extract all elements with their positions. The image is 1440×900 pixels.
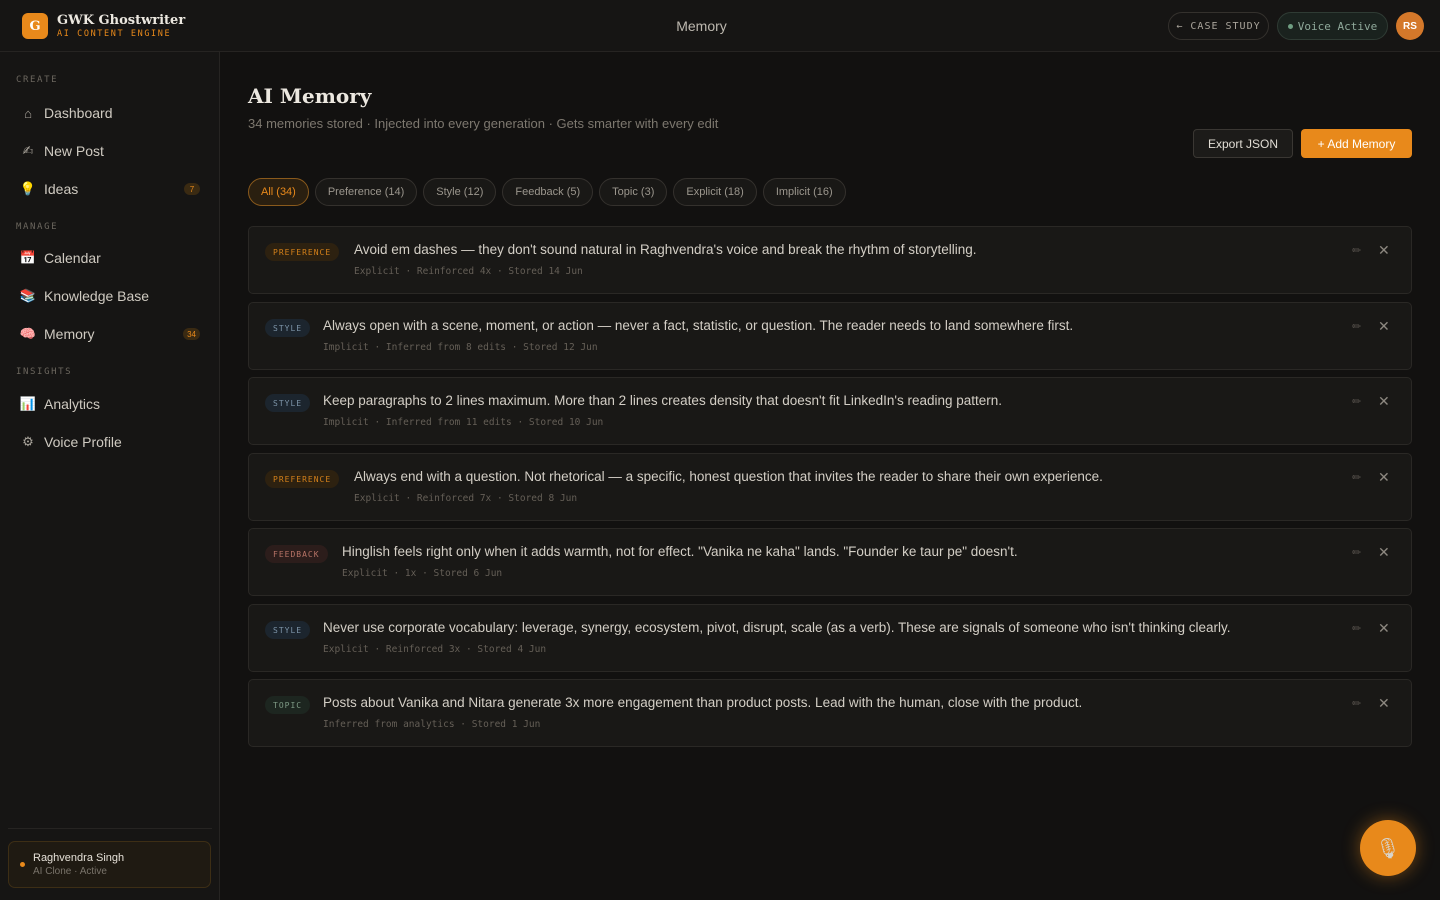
memory-text: Never use corporate vocabulary: leverage… bbox=[323, 620, 1231, 635]
memory-text: Hinglish feels right only when it adds w… bbox=[342, 544, 1018, 559]
memory-tag: TOPIC bbox=[265, 696, 311, 714]
sidebar: CREATE ⌂ Dashboard ✍ New Post 💡 Ideas 7 … bbox=[0, 52, 220, 900]
memory-tag: STYLE bbox=[265, 621, 311, 639]
section-label-create: CREATE bbox=[16, 75, 59, 85]
add-memory-button[interactable]: + Add Memory bbox=[1301, 129, 1412, 158]
brain-icon: 🧠 bbox=[19, 326, 37, 341]
close-icon[interactable]: ✕ bbox=[1378, 393, 1390, 410]
sidebar-item-label: Analytics bbox=[44, 396, 101, 412]
sidebar-item-memory[interactable]: 🧠 Memory 34 bbox=[8, 317, 212, 351]
sidebar-item-label: Calendar bbox=[44, 250, 101, 266]
memory-text: Always open with a scene, moment, or act… bbox=[323, 318, 1074, 333]
memory-meta: Explicit · Reinforced 7x · Stored 8 Jun bbox=[354, 493, 578, 504]
edit-pencil-icon[interactable]: ✏ bbox=[1352, 471, 1361, 484]
filter-chip-style[interactable]: Style (12) bbox=[423, 178, 497, 206]
user-name: Raghvendra Singh bbox=[33, 852, 125, 864]
sidebar-item-dashboard[interactable]: ⌂ Dashboard bbox=[8, 96, 212, 130]
writing-hand-icon: ✍ bbox=[22, 143, 34, 158]
user-status: AI Clone · Active bbox=[33, 866, 107, 877]
memory-meta: Explicit · Reinforced 4x · Stored 14 Jun bbox=[354, 266, 583, 277]
close-icon[interactable]: ✕ bbox=[1378, 695, 1390, 712]
sidebar-item-calendar[interactable]: 📅 Calendar bbox=[8, 241, 212, 275]
memory-tag: STYLE bbox=[265, 394, 311, 412]
edit-pencil-icon[interactable]: ✏ bbox=[1352, 546, 1361, 559]
memory-tag: PREFERENCE bbox=[265, 470, 340, 488]
status-dot-icon bbox=[20, 862, 25, 867]
calendar-icon: 📅 bbox=[19, 250, 37, 265]
sidebar-item-label: Knowledge Base bbox=[44, 288, 150, 304]
edit-pencil-icon[interactable]: ✏ bbox=[1352, 697, 1361, 710]
page-title: AI Memory bbox=[248, 84, 372, 108]
memory-card: TOPIC Posts about Vanika and Nitara gene… bbox=[248, 679, 1412, 747]
memory-card: STYLE Keep paragraphs to 2 lines maximum… bbox=[248, 377, 1412, 445]
ideas-count-badge: 7 bbox=[184, 183, 200, 195]
sidebar-item-new-post[interactable]: ✍ New Post bbox=[8, 134, 212, 168]
sidebar-divider bbox=[8, 828, 212, 829]
memory-card: PREFERENCE Always end with a question. N… bbox=[248, 453, 1412, 521]
memory-tag: PREFERENCE bbox=[265, 243, 340, 261]
memory-meta: Inferred from analytics · Stored 1 Jun bbox=[323, 719, 541, 730]
memory-text: Posts about Vanika and Nitara generate 3… bbox=[323, 695, 1083, 710]
filter-chip-explicit[interactable]: Explicit (18) bbox=[673, 178, 757, 206]
home-icon: ⌂ bbox=[24, 105, 32, 121]
memory-text: Keep paragraphs to 2 lines maximum. More… bbox=[323, 393, 1003, 408]
gear-icon: ⚙ bbox=[22, 434, 34, 449]
status-dot-icon bbox=[1287, 23, 1293, 29]
section-label-insights: INSIGHTS bbox=[16, 367, 73, 377]
memory-card: FEEDBACK Hinglish feels right only when … bbox=[248, 528, 1412, 596]
memory-tag: FEEDBACK bbox=[265, 545, 328, 563]
export-json-button[interactable]: Export JSON bbox=[1193, 129, 1293, 158]
section-label-manage: MANAGE bbox=[16, 222, 59, 232]
edit-pencil-icon[interactable]: ✏ bbox=[1352, 622, 1361, 635]
filter-chip-topic[interactable]: Topic (3) bbox=[599, 178, 668, 206]
sidebar-item-label: Ideas bbox=[44, 181, 79, 197]
books-icon: 📚 bbox=[19, 288, 37, 303]
close-icon[interactable]: ✕ bbox=[1378, 544, 1390, 561]
memory-card: STYLE Always open with a scene, moment, … bbox=[248, 302, 1412, 370]
filter-chip-preference[interactable]: Preference (14) bbox=[314, 178, 418, 206]
lightbulb-icon: 💡 bbox=[19, 181, 37, 196]
edit-pencil-icon[interactable]: ✏ bbox=[1352, 395, 1361, 408]
user-card[interactable]: Raghvendra Singh AI Clone · Active bbox=[8, 841, 211, 888]
memory-meta: Implicit · Inferred from 11 edits · Stor… bbox=[323, 417, 604, 428]
voice-status-label: Voice Active bbox=[1297, 19, 1378, 33]
memory-count-badge: 34 bbox=[183, 328, 200, 340]
avatar[interactable]: RS bbox=[1396, 12, 1424, 40]
memory-card: STYLE Never use corporate vocabulary: le… bbox=[248, 604, 1412, 672]
edit-pencil-icon[interactable]: ✏ bbox=[1352, 244, 1361, 257]
filter-chip-implicit[interactable]: Implicit (16) bbox=[762, 178, 846, 206]
filter-chips: All (34) Preference (14) Style (12) Feed… bbox=[248, 178, 852, 206]
memory-tag: STYLE bbox=[265, 319, 311, 337]
memory-text: Always end with a question. Not rhetoric… bbox=[354, 469, 1103, 484]
sidebar-item-label: Memory bbox=[44, 326, 95, 342]
filter-chip-all[interactable]: All (34) bbox=[248, 178, 309, 206]
microphone-icon[interactable]: 🎙 bbox=[1360, 820, 1416, 876]
sidebar-item-label: Dashboard bbox=[44, 105, 113, 121]
sidebar-item-ideas[interactable]: 💡 Ideas 7 bbox=[8, 172, 212, 206]
memory-card: PREFERENCE Avoid em dashes — they don't … bbox=[248, 226, 1412, 294]
sidebar-item-label: New Post bbox=[44, 143, 104, 159]
top-header: G GWK Ghostwriter AI CONTENT ENGINE Memo… bbox=[0, 0, 1440, 52]
close-icon[interactable]: ✕ bbox=[1378, 242, 1390, 259]
sidebar-item-voice-profile[interactable]: ⚙ Voice Profile bbox=[8, 425, 212, 459]
sidebar-item-knowledge-base[interactable]: 📚 Knowledge Base bbox=[8, 279, 212, 313]
memory-text: Avoid em dashes — they don't sound natur… bbox=[354, 242, 977, 257]
close-icon[interactable]: ✕ bbox=[1378, 469, 1390, 486]
filter-chip-feedback[interactable]: Feedback (5) bbox=[502, 178, 594, 206]
close-icon[interactable]: ✕ bbox=[1378, 318, 1390, 335]
voice-status-badge[interactable]: Voice Active bbox=[1277, 12, 1388, 40]
close-icon[interactable]: ✕ bbox=[1378, 620, 1390, 637]
edit-pencil-icon[interactable]: ✏ bbox=[1352, 320, 1361, 333]
sidebar-item-analytics[interactable]: 📊 Analytics bbox=[8, 387, 212, 421]
memory-meta: Explicit · Reinforced 3x · Stored 4 Jun bbox=[323, 644, 547, 655]
memory-meta: Explicit · 1x · Stored 6 Jun bbox=[342, 568, 503, 579]
memory-meta: Implicit · Inferred from 8 edits · Store… bbox=[323, 342, 598, 353]
page-subtitle: 34 memories stored · Injected into every… bbox=[248, 116, 719, 131]
bar-chart-icon: 📊 bbox=[19, 396, 37, 411]
sidebar-item-label: Voice Profile bbox=[44, 434, 122, 450]
case-study-button[interactable]: ← CASE STUDY bbox=[1168, 12, 1269, 40]
